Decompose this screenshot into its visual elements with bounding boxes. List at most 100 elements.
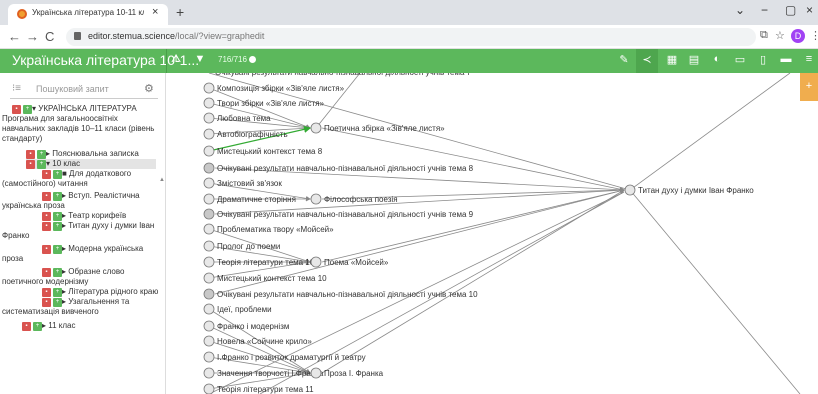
tree-item[interactable]: ▸ Пояснювальна записка	[46, 149, 139, 159]
table-icon[interactable]: ▤	[686, 53, 702, 66]
globe-icon[interactable]: ◐	[709, 53, 725, 65]
graph-node[interactable]	[203, 97, 215, 109]
graph-node[interactable]	[203, 82, 215, 94]
add-child-icon[interactable]: +	[53, 192, 62, 201]
tree-item[interactable]: ▸ Модерна українська	[62, 244, 143, 254]
add-child-icon[interactable]: +	[53, 298, 62, 307]
browser-menu-icon[interactable]: ⋮	[810, 29, 818, 42]
add-child-icon[interactable]: +	[23, 105, 32, 114]
tree-item[interactable]: ▸ Вступ. Реалістична	[62, 191, 140, 201]
tree-item[interactable]: ▸ 11 клас	[42, 321, 75, 331]
tree-item[interactable]: ▸ Узагальнення та	[62, 297, 129, 307]
graph-node[interactable]	[203, 112, 215, 124]
tree-item[interactable]: ▸ Титан духу і думки Іван	[62, 221, 154, 231]
gear-icon[interactable]: ⚙	[144, 82, 154, 95]
delete-node-icon[interactable]: ▪	[42, 212, 51, 221]
tree-item[interactable]: ▾ УКРАЇНСЬКА ЛІТЕРАТУРА	[32, 104, 137, 114]
list-icon[interactable]: ▬	[778, 53, 794, 65]
extensions-icon[interactable]: ⧉	[760, 29, 768, 42]
delete-node-icon[interactable]: ▪	[42, 192, 51, 201]
delete-node-icon[interactable]: ▪	[42, 222, 51, 231]
graph-node[interactable]	[203, 351, 215, 363]
tree-item: поетичного модернізму	[2, 277, 89, 286]
hierarchy-icon[interactable]: ᗑ	[168, 53, 184, 66]
tree-item: Франко	[2, 231, 30, 240]
delete-node-icon[interactable]: ▪	[12, 105, 21, 114]
graph-node[interactable]	[203, 177, 215, 189]
add-child-icon[interactable]: +	[37, 160, 46, 169]
delete-node-icon[interactable]: ▪	[26, 150, 35, 159]
graph-node[interactable]	[203, 223, 215, 235]
search-filter-icon: ⁝≡	[12, 83, 22, 94]
graph-node[interactable]	[203, 335, 215, 347]
graph-node[interactable]	[203, 367, 215, 379]
add-child-icon[interactable]: +	[53, 212, 62, 221]
delete-node-icon[interactable]: ▪	[42, 298, 51, 307]
count-settings-icon[interactable]	[248, 56, 256, 63]
add-child-icon[interactable]: +	[37, 150, 46, 159]
edit-icon[interactable]: ✎	[616, 53, 632, 66]
profile-avatar[interactable]: D	[791, 29, 805, 43]
delete-node-icon[interactable]: ▪	[26, 160, 35, 169]
favicon-icon	[17, 9, 27, 19]
add-child-icon[interactable]: +	[33, 322, 42, 331]
forward-button[interactable]: →	[26, 29, 39, 44]
folder-icon[interactable]: ▭	[732, 53, 748, 66]
back-button[interactable]: ←	[8, 29, 21, 44]
new-tab-button[interactable]: +	[176, 4, 184, 20]
delete-node-icon[interactable]: ▪	[42, 245, 51, 254]
url-field[interactable]: editor.stemua.science/local/?view=graphe…	[66, 28, 756, 46]
graph-node[interactable]	[203, 193, 215, 205]
add-child-icon[interactable]: +	[53, 288, 62, 297]
reload-button[interactable]: C	[45, 29, 54, 44]
search-input[interactable]: ⁝≡ Пошуковий запит ⚙	[10, 81, 158, 99]
add-child-icon[interactable]: +	[53, 222, 62, 231]
graph-node[interactable]	[203, 128, 215, 140]
graph-node[interactable]	[203, 145, 215, 157]
delete-node-icon[interactable]: ▪	[42, 170, 51, 179]
graph-node-label: Драматичне сторіння	[217, 195, 296, 204]
graph-node[interactable]	[203, 320, 215, 332]
graph-node[interactable]	[203, 288, 215, 300]
share-icon[interactable]: ≺	[639, 53, 655, 66]
graph-node[interactable]	[203, 272, 215, 284]
graph-node[interactable]	[310, 122, 322, 134]
doc-icon[interactable]: ▯	[755, 53, 771, 66]
close-window-button[interactable]: ×	[806, 3, 813, 17]
graph-node[interactable]	[310, 256, 322, 268]
graph-node[interactable]	[203, 162, 215, 174]
menu-icon[interactable]: ≡	[801, 53, 817, 65]
add-child-icon[interactable]: +	[53, 245, 62, 254]
graph-node[interactable]	[310, 193, 322, 205]
maximize-button[interactable]: ▢	[785, 3, 796, 17]
graph-node[interactable]	[203, 383, 215, 394]
tree-item[interactable]: ▾ 10 клас	[46, 159, 80, 169]
minimize-button[interactable]: −	[761, 3, 768, 17]
graph-node-label: Твори збірки «Зів'яле листя»	[217, 99, 325, 108]
tree-item[interactable]: ■ Для додаткового	[62, 169, 131, 179]
tab-close-icon[interactable]: ×	[152, 6, 158, 18]
tab-search-icon[interactable]: ⌄	[735, 3, 745, 17]
tree-item[interactable]: ▸ Образне слово	[62, 267, 124, 277]
add-child-icon[interactable]: +	[53, 268, 62, 277]
delete-node-icon[interactable]: ▪	[22, 322, 31, 331]
graph-node[interactable]	[203, 208, 215, 220]
filter-icon[interactable]: ▼	[192, 53, 208, 65]
graph-node[interactable]	[203, 240, 215, 252]
graph-canvas[interactable]: Очікувані результати навчально-пізнаваль…	[166, 73, 818, 394]
add-child-icon[interactable]: +	[53, 170, 62, 179]
graph-node-label: Очікувані результати навчально-пізнаваль…	[215, 73, 472, 77]
graph-node[interactable]	[310, 367, 322, 379]
delete-node-icon[interactable]: ▪	[42, 288, 51, 297]
bookmark-star-icon[interactable]: ☆	[775, 29, 785, 42]
graph-node[interactable]	[203, 303, 215, 315]
scroll-up-arrow[interactable]: ▲	[159, 177, 165, 183]
tree-item[interactable]: ▸ Театр корифеїв	[62, 211, 126, 221]
delete-node-icon[interactable]: ▪	[42, 268, 51, 277]
graph-node[interactable]	[624, 184, 636, 196]
address-bar-row: ← → C editor.stemua.science/local/?view=…	[0, 25, 818, 49]
grid-icon[interactable]: ▦	[664, 53, 680, 66]
graph-node[interactable]	[203, 256, 215, 268]
browser-tab[interactable]: Українська література 10-11 кл ×	[8, 4, 168, 25]
tree-item[interactable]: ▸ Література рідного краю	[62, 287, 158, 297]
